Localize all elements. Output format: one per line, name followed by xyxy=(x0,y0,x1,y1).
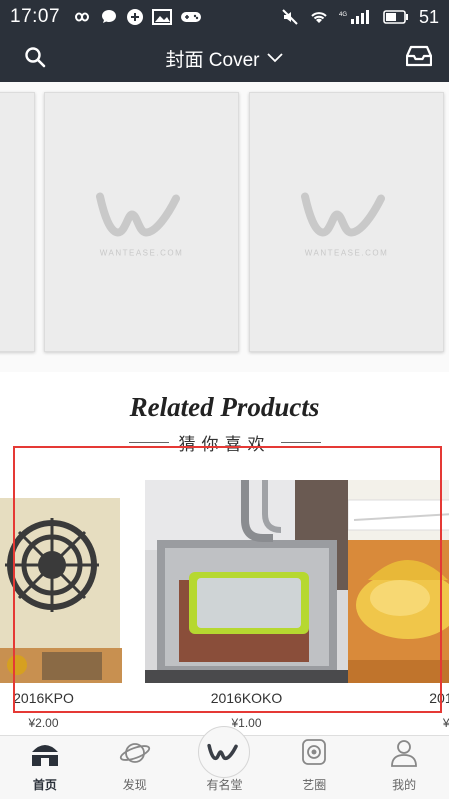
wantease-watermark: WANTEASE.COM xyxy=(299,187,395,258)
circle-target-icon xyxy=(298,738,330,773)
product-name: 2016KOKO xyxy=(210,690,283,706)
nav-label: 首页 xyxy=(32,778,57,792)
nav-label: 我的 xyxy=(392,778,417,792)
product-card[interactable]: 2016KOKO ¥1.00 xyxy=(145,480,348,735)
related-products-subtitle: 猜你喜欢 xyxy=(0,430,449,455)
home-icon xyxy=(29,738,61,773)
search-button[interactable] xyxy=(22,46,48,72)
product-name: 2016KPO xyxy=(13,690,74,706)
cover-card[interactable] xyxy=(0,92,35,352)
sync-icon xyxy=(126,8,144,26)
status-time: 17:07 xyxy=(10,6,61,27)
product-price: ¥2.00 xyxy=(28,716,59,730)
related-products-title: Related Products xyxy=(129,392,320,422)
subtitle-text: 猜你喜欢 xyxy=(178,435,271,454)
planet-icon xyxy=(119,738,151,773)
watermark-text: WANTEASE.COM xyxy=(304,248,389,258)
product-name: 2016K xyxy=(429,690,449,706)
wantease-logo-icon xyxy=(95,192,180,237)
image-icon xyxy=(152,9,173,25)
page-title: 封面 Cover xyxy=(165,49,260,71)
nav-item-mine[interactable]: 我的 xyxy=(359,736,449,799)
product-card[interactable]: 2016KPO ¥2.00 xyxy=(0,480,145,735)
battery-percentage: 51 xyxy=(418,6,439,27)
cover-card[interactable]: WANTEASE.COM xyxy=(249,92,444,352)
search-icon xyxy=(24,46,46,73)
battery-icon xyxy=(383,10,409,24)
center-logo-bubble xyxy=(198,726,251,778)
app-header: 封面 Cover xyxy=(0,34,449,82)
nav-label: 发现 xyxy=(122,778,147,792)
status-bar: 17:07 4G 51 xyxy=(0,0,449,34)
nav-label: 有名堂 xyxy=(206,778,243,792)
inbox-icon xyxy=(405,45,433,72)
product-card[interactable]: 2016K ¥1 xyxy=(348,480,449,735)
chat-bubble-icon xyxy=(100,8,118,26)
mute-icon xyxy=(281,8,299,26)
cover-title-dropdown[interactable]: 封面 Cover xyxy=(0,34,449,82)
product-price: ¥1.00 xyxy=(231,716,262,730)
nav-item-youmingtang[interactable]: 有名堂 xyxy=(180,726,270,799)
infinity-icon xyxy=(70,10,92,24)
watermark-text: WANTEASE.COM xyxy=(99,248,184,258)
gamepad-icon xyxy=(180,10,202,24)
product-image-fortune-cookie xyxy=(348,480,449,683)
status-system-icons: 4G 51 xyxy=(281,7,439,28)
related-products-row[interactable]: 2016KPO ¥2.00 2016KOKO ¥1.00 201 ¥ xyxy=(0,480,449,735)
wantease-watermark: WANTEASE.COM xyxy=(94,187,190,258)
nav-item-art-circle[interactable]: 艺圈 xyxy=(269,736,359,799)
bottom-nav: 首页 发现 有名堂 艺圈 我的 xyxy=(0,726,449,799)
chevron-down-icon xyxy=(267,53,284,63)
wifi-icon xyxy=(309,9,329,25)
product-price: ¥1 xyxy=(442,716,449,730)
divider xyxy=(280,442,321,443)
wantease-logo-icon xyxy=(300,192,385,237)
signal-icon: 4G xyxy=(339,9,373,25)
cover-carousel[interactable]: WANTEASE.COM WANTEASE.COM xyxy=(0,82,449,372)
status-notification-icons xyxy=(70,8,202,26)
inbox-button[interactable] xyxy=(405,45,433,71)
cover-card[interactable]: WANTEASE.COM xyxy=(44,92,239,352)
wantease-logo-icon xyxy=(207,743,239,761)
product-image-curtain xyxy=(0,480,145,683)
nav-label: 艺圈 xyxy=(302,778,327,792)
svg-text:4G: 4G xyxy=(339,12,347,18)
nav-item-home[interactable]: 首页 xyxy=(0,736,90,799)
user-icon xyxy=(388,738,420,773)
product-image-sink xyxy=(145,480,348,683)
nav-item-discover[interactable]: 发现 xyxy=(90,736,180,799)
divider xyxy=(128,442,169,443)
